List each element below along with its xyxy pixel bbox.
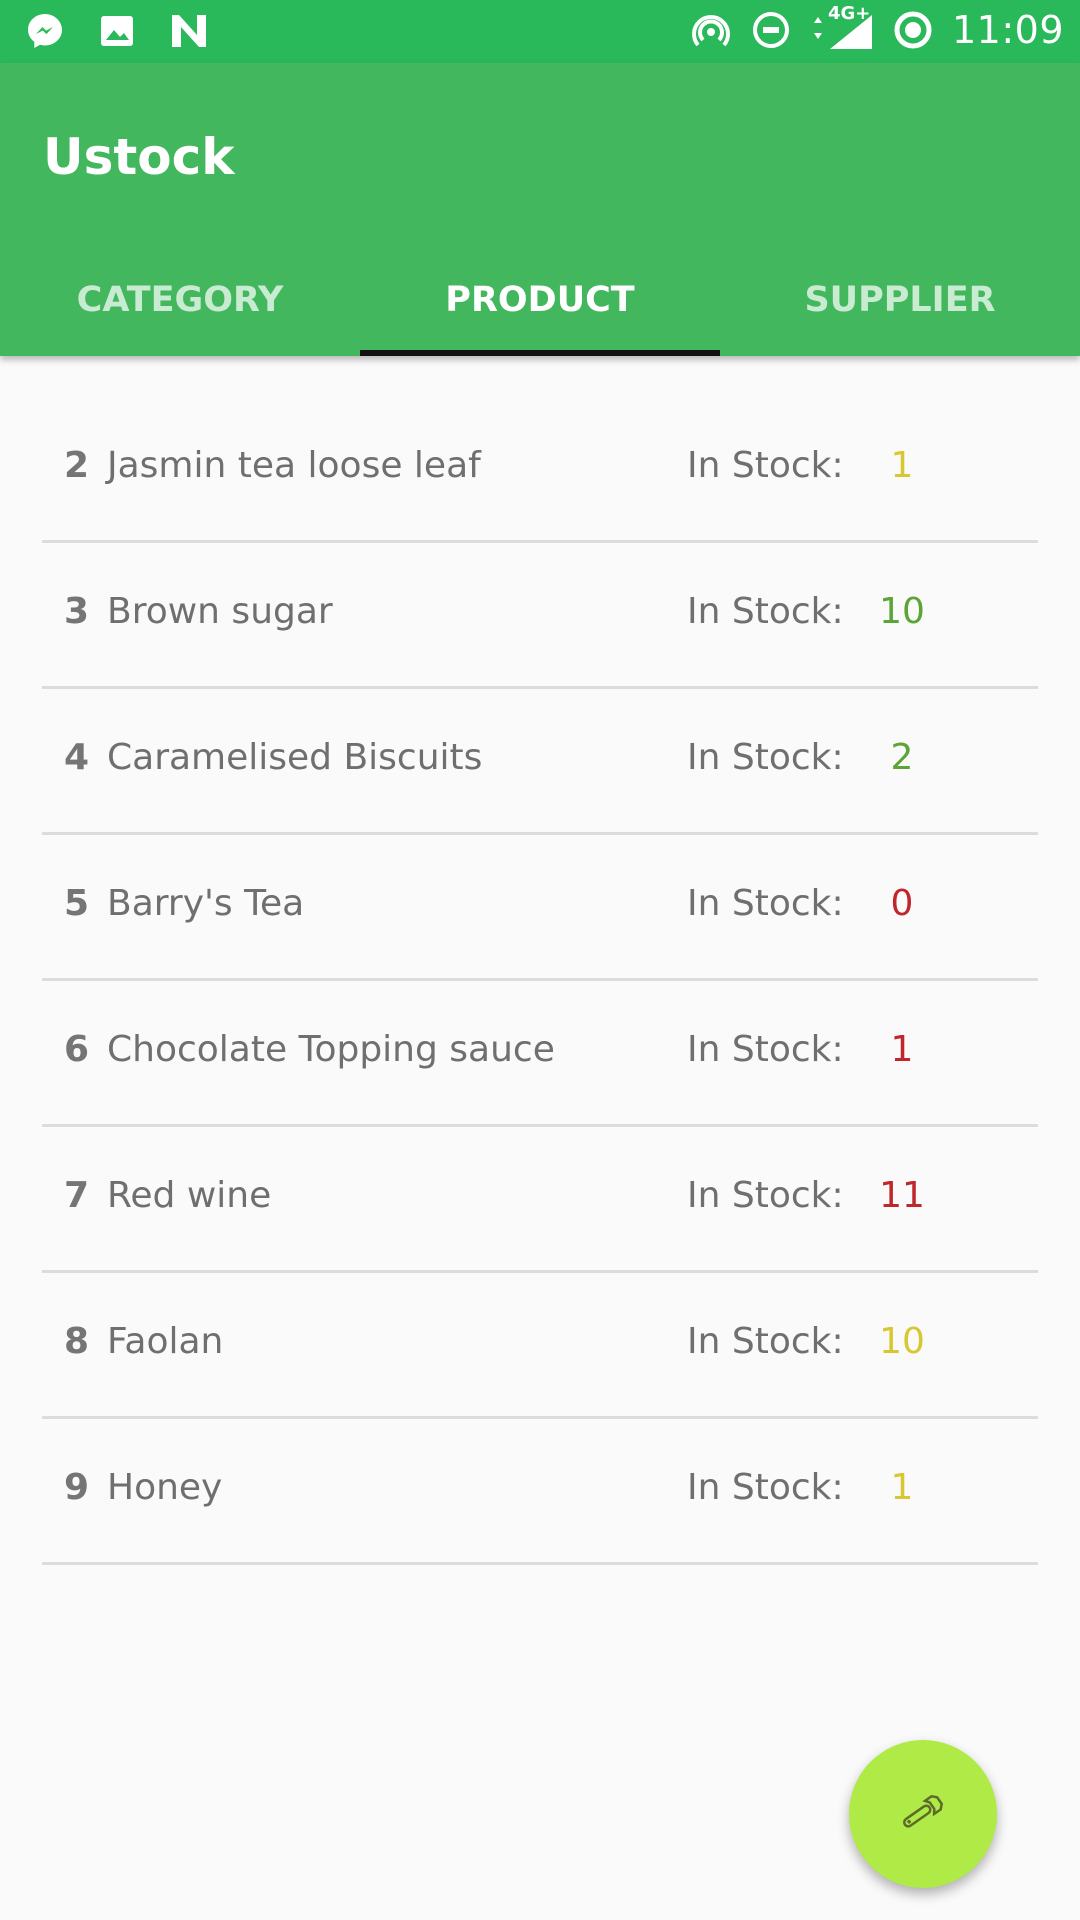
messenger-icon xyxy=(24,10,66,52)
signal-icon: 4G+ xyxy=(810,3,874,51)
tab-label: SUPPLIER xyxy=(804,279,996,320)
product-name: Chocolate Topping sauce xyxy=(107,1029,555,1070)
product-id: 9 xyxy=(64,1467,90,1508)
settings-fab[interactable] xyxy=(849,1740,997,1888)
tab-category[interactable]: CATEGORY xyxy=(0,243,360,356)
product-row[interactable]: 4 Caramelised Biscuits In Stock: 2 xyxy=(42,689,1038,835)
stock-value: 2 xyxy=(890,737,914,778)
product-id: 3 xyxy=(64,591,90,632)
app-title: Ustock xyxy=(43,128,235,186)
n-app-icon xyxy=(168,10,210,52)
tab-supplier[interactable]: SUPPLIER xyxy=(720,243,1080,356)
product-row[interactable]: 3 Brown sugar In Stock: 10 xyxy=(42,543,1038,689)
product-name: Faolan xyxy=(107,1321,224,1362)
product-list: 2 Jasmin tea loose leaf In Stock: 1 3 Br… xyxy=(42,397,1038,1565)
product-row[interactable]: 9 Honey In Stock: 1 xyxy=(42,1419,1038,1565)
product-name: Caramelised Biscuits xyxy=(107,737,483,778)
product-id: 8 xyxy=(64,1321,90,1362)
product-id: 2 xyxy=(64,445,90,486)
stock-label: In Stock: xyxy=(687,1321,844,1362)
product-id: 5 xyxy=(64,883,90,924)
product-name: Red wine xyxy=(107,1175,272,1216)
app-bar: Ustock CATEGORY PRODUCT SUPPLIER xyxy=(0,63,1080,356)
stock-label: In Stock: xyxy=(687,591,844,632)
product-row[interactable]: 7 Red wine In Stock: 11 xyxy=(42,1127,1038,1273)
product-row[interactable]: 2 Jasmin tea loose leaf In Stock: 1 xyxy=(42,397,1038,543)
status-bar-right-icons: 4G+ 11:09 xyxy=(690,3,1064,52)
product-name: Brown sugar xyxy=(107,591,333,632)
status-bar: 4G+ 11:09 xyxy=(0,0,1080,63)
product-row[interactable]: 5 Barry's Tea In Stock: 0 xyxy=(42,835,1038,981)
stock-label: In Stock: xyxy=(687,445,844,486)
product-row[interactable]: 8 Faolan In Stock: 10 xyxy=(42,1273,1038,1419)
stock-label: In Stock: xyxy=(687,1175,844,1216)
stock-label: In Stock: xyxy=(687,1029,844,1070)
product-name: Jasmin tea loose leaf xyxy=(107,445,481,486)
stock-label: In Stock: xyxy=(687,883,844,924)
tab-label: PRODUCT xyxy=(445,279,635,320)
stock-value: 1 xyxy=(890,1029,914,1070)
wrench-icon xyxy=(893,1782,953,1846)
stock-value: 10 xyxy=(879,591,925,632)
tab-indicator xyxy=(360,350,720,356)
image-icon xyxy=(96,10,138,52)
stock-value: 10 xyxy=(879,1321,925,1362)
stock-value: 0 xyxy=(890,883,914,924)
dnd-icon xyxy=(750,9,792,51)
status-bar-left-icons xyxy=(24,10,210,52)
product-id: 4 xyxy=(64,737,90,778)
product-name: Barry's Tea xyxy=(107,883,305,924)
stock-label: In Stock: xyxy=(687,1467,844,1508)
tab-product[interactable]: PRODUCT xyxy=(360,243,720,356)
sync-icon xyxy=(892,9,934,51)
product-id: 7 xyxy=(64,1175,90,1216)
stock-value: 1 xyxy=(890,1467,914,1508)
tab-bar: CATEGORY PRODUCT SUPPLIER xyxy=(0,243,1080,356)
product-name: Honey xyxy=(107,1467,223,1508)
status-time: 11:09 xyxy=(951,8,1064,52)
product-id: 6 xyxy=(64,1029,90,1070)
tab-label: CATEGORY xyxy=(76,279,284,320)
stock-label: In Stock: xyxy=(687,737,844,778)
product-row[interactable]: 6 Chocolate Topping sauce In Stock: 1 xyxy=(42,981,1038,1127)
network-type-label: 4G+ xyxy=(827,3,871,24)
stock-value: 11 xyxy=(879,1175,925,1216)
stock-value: 1 xyxy=(890,445,914,486)
hotspot-icon xyxy=(690,9,732,51)
